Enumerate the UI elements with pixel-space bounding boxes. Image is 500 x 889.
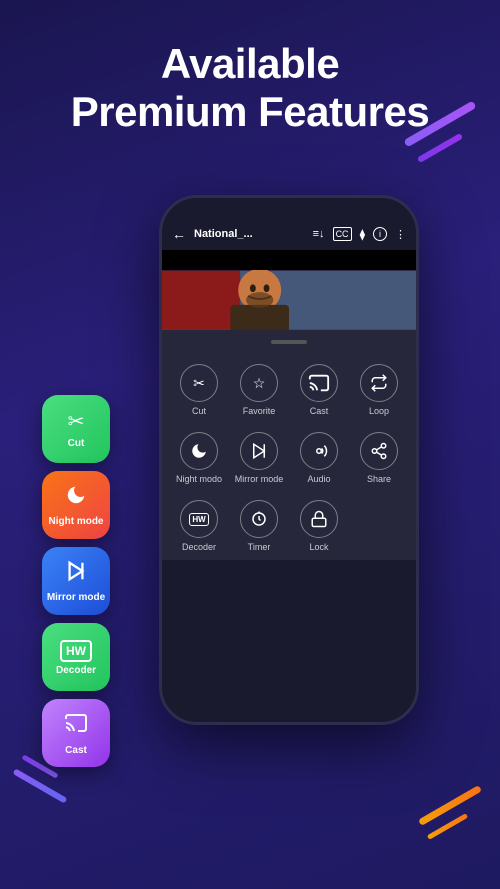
phone-mockup: ← National_... ≡↓ CC ⧫ i ⋮ <box>159 195 419 725</box>
sidebar-mirror-label: Mirror mode <box>47 592 105 603</box>
cut-label: Cut <box>192 406 206 416</box>
night-label: Night modo <box>176 474 222 484</box>
feature-share[interactable]: Share <box>350 424 408 492</box>
phone-notch <box>244 198 334 220</box>
decoder-label: Decoder <box>182 542 216 552</box>
cc-icon: CC <box>333 227 352 241</box>
sidebar-night-label: Night mode <box>49 516 104 527</box>
cast-circle <box>300 364 338 402</box>
feature-grid-row2: Night modo Mirror mode <box>162 424 416 492</box>
thumbnail-svg <box>162 270 416 330</box>
sidebar-decoder-label: Decoder <box>56 665 96 676</box>
sidebar-decoder-button[interactable]: HW Decoder <box>42 623 110 691</box>
feature-timer[interactable]: Timer <box>230 492 288 560</box>
deco-stripe-3 <box>418 785 482 826</box>
phone-body: ← National_... ≡↓ CC ⧫ i ⋮ <box>159 195 419 725</box>
timer-label: Timer <box>248 542 271 552</box>
feature-empty <box>350 492 408 560</box>
sidebar-night-icon <box>65 484 87 512</box>
share-circle <box>360 432 398 470</box>
cast-label: Cast <box>310 406 329 416</box>
sidebar-mirror-icon <box>65 560 87 588</box>
sidebar-mirror-button[interactable]: Mirror mode <box>42 547 110 615</box>
feature-grid-row1: ✂ Cut ☆ Favorite Cast <box>162 356 416 424</box>
video-title: National_... <box>194 228 307 240</box>
info-icon: i <box>373 227 387 241</box>
sidebar-cast-button[interactable]: Cast <box>42 699 110 767</box>
feature-night[interactable]: Night modo <box>170 424 228 492</box>
back-icon: ← <box>172 226 186 242</box>
audio-circle <box>300 432 338 470</box>
feature-mirror[interactable]: Mirror mode <box>230 424 288 492</box>
topbar-icons: ≡↓ CC ⧫ i ⋮ <box>313 227 406 241</box>
bottom-sheet: ✂ Cut ☆ Favorite Cast <box>162 330 416 560</box>
feature-favorite[interactable]: ☆ Favorite <box>230 356 288 424</box>
sidebar-cast-icon <box>64 711 88 741</box>
sidebar-night-button[interactable]: Night mode <box>42 471 110 539</box>
feature-grid-row3: HW Decoder Timer <box>162 492 416 560</box>
audio-label: Audio <box>307 474 330 484</box>
loop-circle <box>360 364 398 402</box>
mirror-label: Mirror mode <box>235 474 284 484</box>
feature-cut[interactable]: ✂ Cut <box>170 356 228 424</box>
playlist-icon: ≡↓ <box>313 228 325 240</box>
timer-circle <box>240 500 278 538</box>
video-thumbnail <box>162 270 416 330</box>
share-label: Share <box>367 474 391 484</box>
equalizer-icon: ⧫ <box>360 228 365 241</box>
cut-circle: ✂ <box>180 364 218 402</box>
deco-stripe-5 <box>13 768 68 803</box>
decoder-circle: HW <box>180 500 218 538</box>
mirror-circle <box>240 432 278 470</box>
left-sidebar: ✂ Cut Night mode Mirror mode HW Decoder <box>42 395 110 767</box>
more-icon: ⋮ <box>395 228 406 241</box>
feature-loop[interactable]: Loop <box>350 356 408 424</box>
lock-label: Lock <box>309 542 328 552</box>
feature-audio[interactable]: Audio <box>290 424 348 492</box>
favorite-circle: ☆ <box>240 364 278 402</box>
sheet-handle <box>271 340 307 344</box>
sidebar-cut-label: Cut <box>68 438 85 449</box>
feature-decoder[interactable]: HW Decoder <box>170 492 228 560</box>
sidebar-cut-button[interactable]: ✂ Cut <box>42 395 110 463</box>
night-circle <box>180 432 218 470</box>
favorite-label: Favorite <box>243 406 276 416</box>
video-area <box>162 250 416 330</box>
sidebar-cut-icon: ✂ <box>68 409 85 434</box>
feature-lock[interactable]: Lock <box>290 492 348 560</box>
loop-label: Loop <box>369 406 389 416</box>
sidebar-decoder-icon: HW <box>60 638 92 661</box>
feature-cast[interactable]: Cast <box>290 356 348 424</box>
lock-circle <box>300 500 338 538</box>
sidebar-cast-label: Cast <box>65 745 87 756</box>
